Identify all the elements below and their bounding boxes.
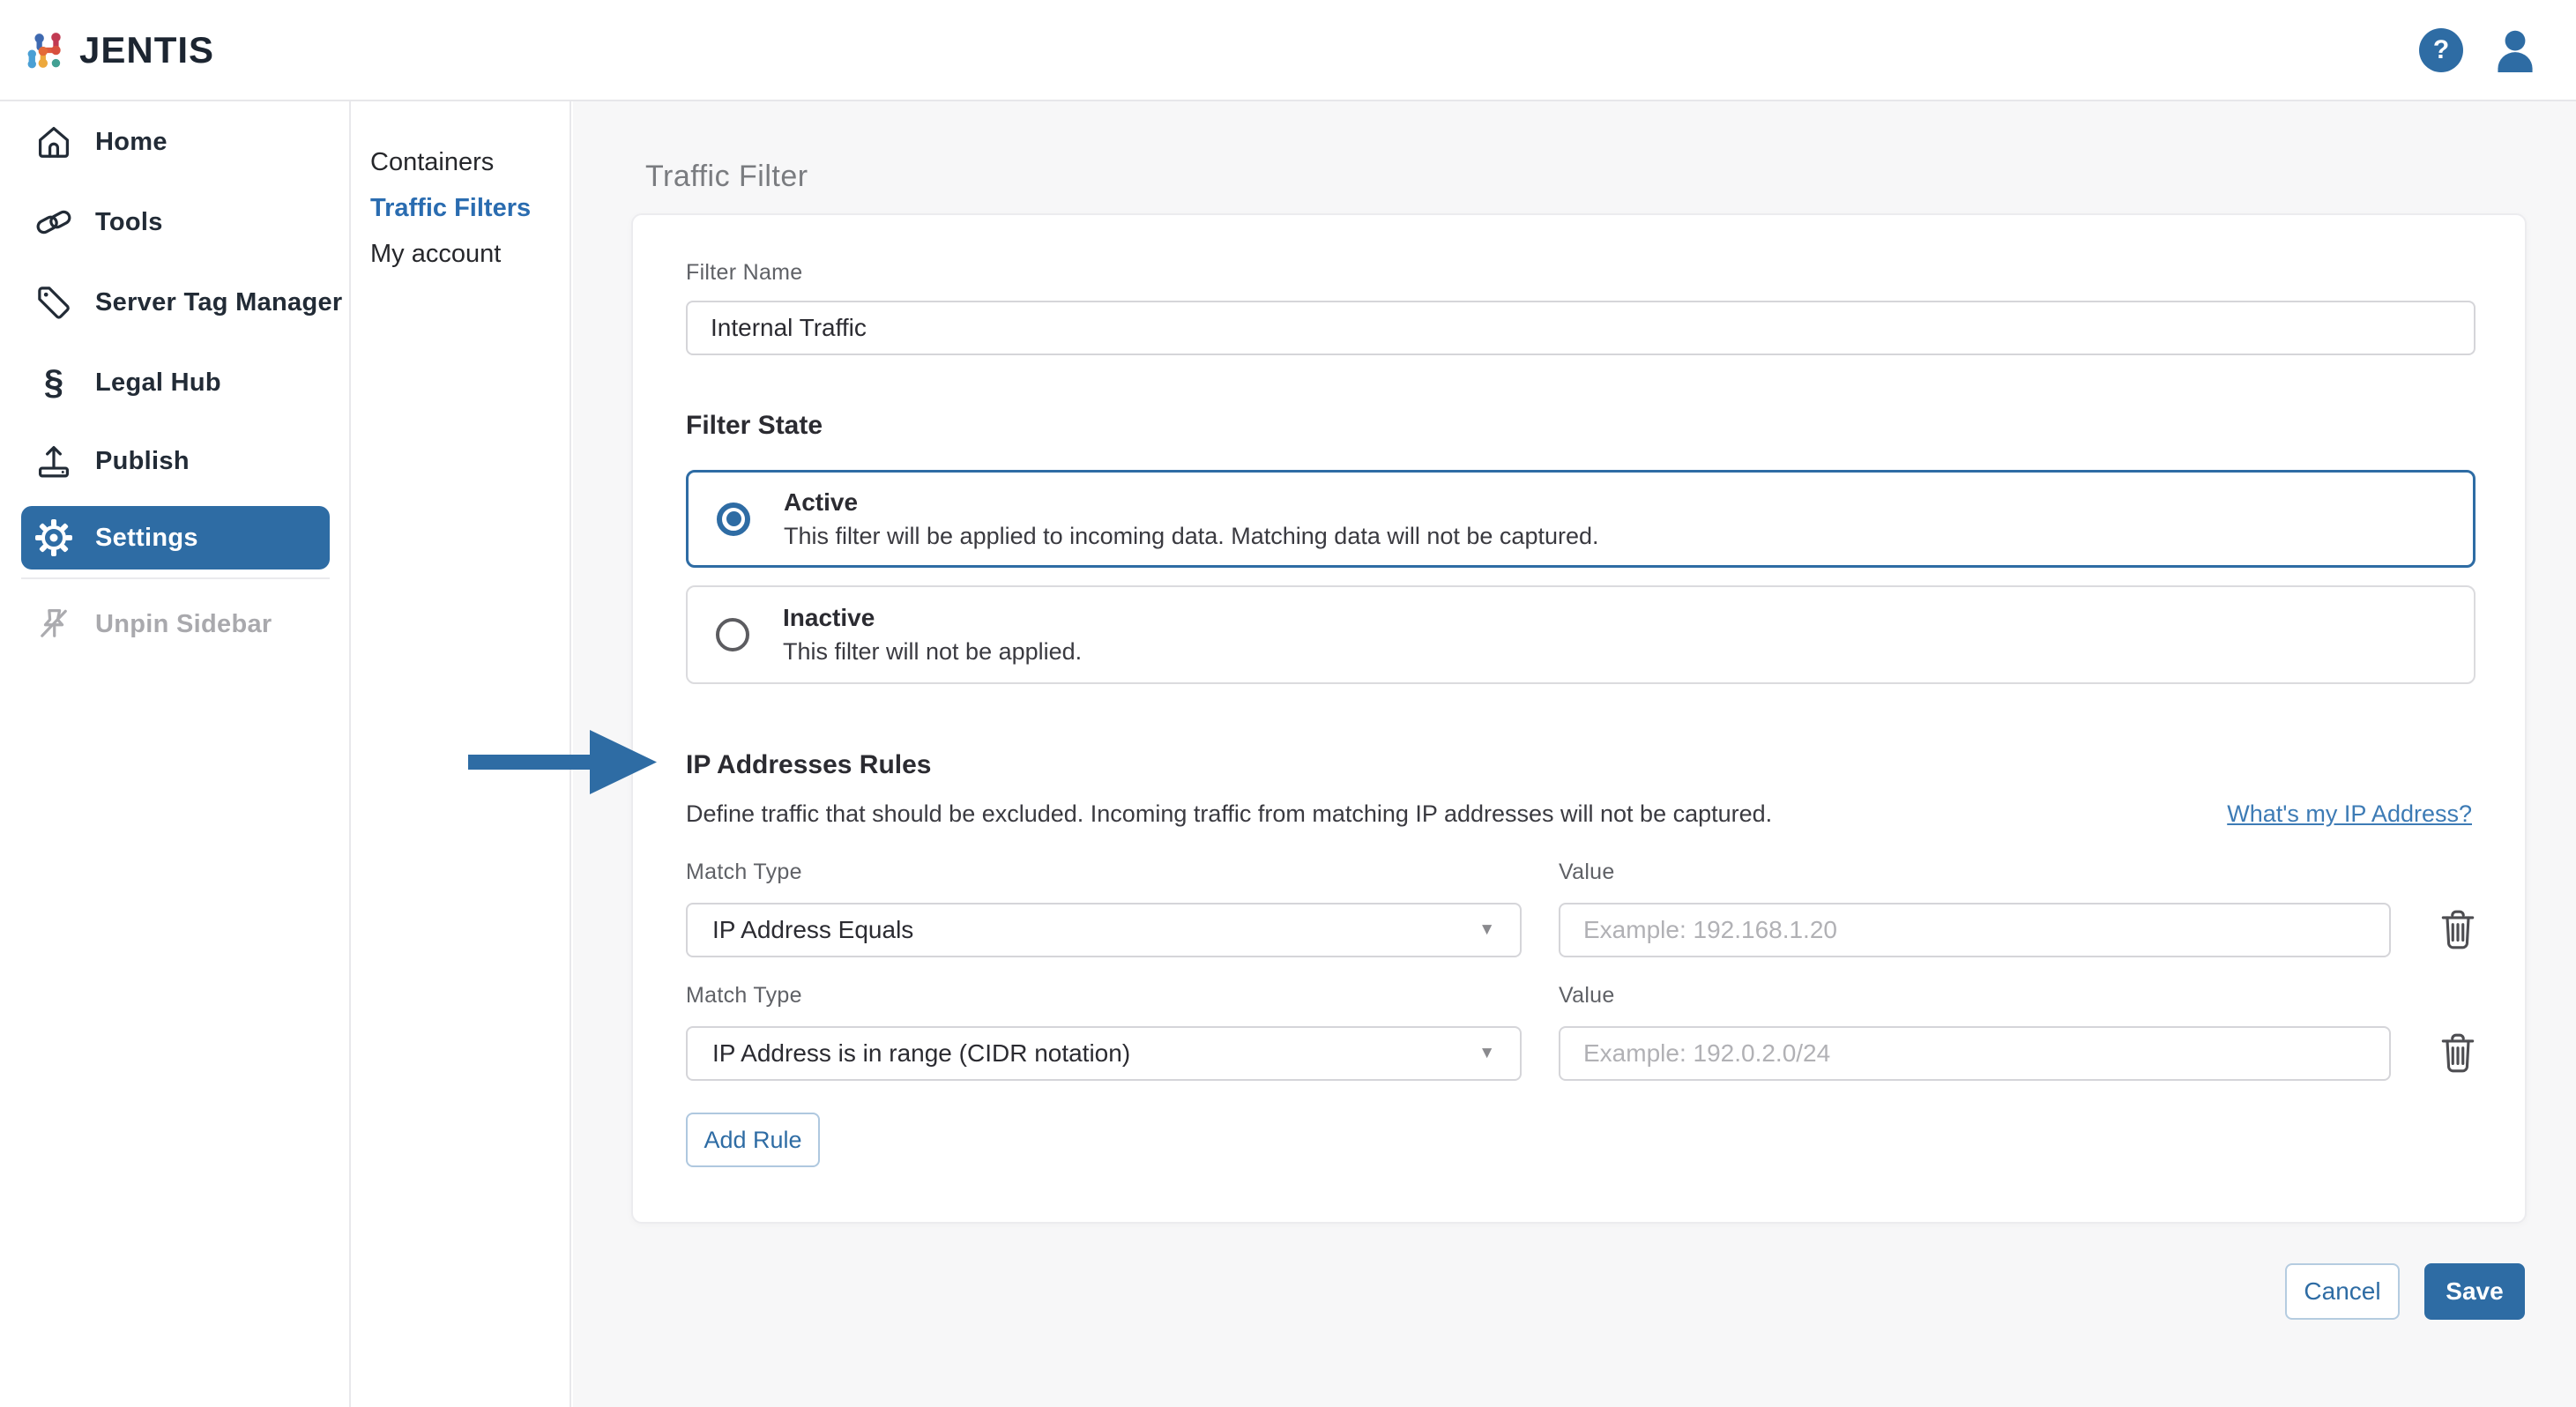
filter-name-input[interactable] <box>686 301 2475 355</box>
match-type-select[interactable]: IP Address is in range (CIDR notation) ▼ <box>686 1026 1522 1081</box>
chevron-down-icon: ▼ <box>1478 920 1495 939</box>
sidebar-item-label: Home <box>95 127 168 156</box>
jentis-logo-icon <box>27 32 61 68</box>
user-icon <box>2498 30 2533 72</box>
match-type-value: IP Address Equals <box>712 916 914 943</box>
gear-icon <box>34 517 74 558</box>
trash-icon <box>2441 1033 2475 1073</box>
top-actions: ? <box>2419 27 2537 72</box>
unpin-sidebar-label: Unpin Sidebar <box>95 609 272 638</box>
home-icon <box>34 122 74 162</box>
sidebar-item-home[interactable]: Home <box>0 115 351 168</box>
sidebar-item-publish[interactable]: Publish <box>0 435 351 488</box>
value-label: Value <box>1559 983 1615 1008</box>
section-sign-icon: § <box>43 363 64 402</box>
rule-value-input[interactable] <box>1559 903 2391 957</box>
sidebar-item-label: Publish <box>95 446 190 475</box>
page-title: Traffic Filter <box>645 160 808 193</box>
radio-unselected-icon[interactable] <box>716 618 749 651</box>
chevron-down-icon: ▼ <box>1478 1044 1495 1062</box>
user-menu-button[interactable] <box>2493 28 2537 72</box>
radio-selected-icon[interactable] <box>717 502 750 536</box>
sidebar-item-label: Server Tag Manager <box>95 287 343 316</box>
option-title: Active <box>784 488 859 516</box>
unpin-sidebar-button[interactable]: Unpin Sidebar <box>0 598 351 651</box>
annotation-arrow-icon <box>468 730 657 794</box>
match-type-label: Match Type <box>686 860 802 884</box>
link-icon <box>34 202 74 242</box>
rule-value-input[interactable] <box>1559 1026 2391 1081</box>
cancel-button[interactable]: Cancel <box>2285 1263 2400 1320</box>
primary-sidebar: Home Tools Server Tag Manager § Legal Hu… <box>0 101 351 1407</box>
subnav-item-containers[interactable]: Containers <box>370 136 494 189</box>
subnav-item-label: Traffic Filters <box>370 193 532 222</box>
subnav-item-my-account[interactable]: My account <box>370 227 501 280</box>
save-button[interactable]: Save <box>2424 1263 2525 1320</box>
sidebar-item-legal-hub[interactable]: § Legal Hub <box>0 356 351 409</box>
sidebar-item-tools[interactable]: Tools <box>0 196 351 249</box>
tag-icon <box>34 282 74 323</box>
filter-name-label: Filter Name <box>686 260 803 285</box>
sidebar-item-server-tag-manager[interactable]: Server Tag Manager <box>0 276 351 329</box>
filter-state-heading: Filter State <box>686 411 823 440</box>
sidebar-item-label: Settings <box>95 523 198 552</box>
jentis-app: JENTIS ? Home Tools Server Tag Manager §… <box>0 0 2576 1407</box>
delete-rule-button[interactable] <box>2437 1032 2479 1075</box>
brand-logo: JENTIS <box>26 29 214 71</box>
ip-rules-heading: IP Addresses Rules <box>686 750 932 779</box>
traffic-filter-card: Filter Name Filter State Active This fil… <box>631 213 2527 1224</box>
subnav-item-traffic-filters[interactable]: Traffic Filters <box>370 182 531 234</box>
pin-slash-icon <box>34 604 74 644</box>
match-type-select[interactable]: IP Address Equals ▼ <box>686 903 1522 957</box>
sidebar-item-settings[interactable]: Settings <box>21 506 330 570</box>
question-mark-icon: ? <box>2432 34 2450 64</box>
subnav-item-label: My account <box>370 239 502 268</box>
main-content: Traffic Filter Filter Name Filter State … <box>573 101 2576 1407</box>
help-button[interactable]: ? <box>2419 27 2463 72</box>
sidebar-item-label: Legal Hub <box>95 368 221 397</box>
top-bar: JENTIS ? <box>0 0 2576 101</box>
ip-rules-description: Define traffic that should be excluded. … <box>686 800 1773 827</box>
add-rule-button[interactable]: Add Rule <box>686 1113 820 1167</box>
filter-state-option-inactive[interactable]: Inactive This filter will not be applied… <box>686 585 2475 684</box>
option-description: This filter will be applied to incoming … <box>784 522 1599 549</box>
option-description: This filter will not be applied. <box>783 638 1083 665</box>
delete-rule-button[interactable] <box>2437 909 2479 951</box>
sidebar-divider <box>21 577 330 579</box>
upload-icon <box>34 441 74 481</box>
match-type-value: IP Address is in range (CIDR notation) <box>712 1039 1131 1067</box>
option-title: Inactive <box>783 604 875 631</box>
subnav-item-label: Containers <box>370 147 495 176</box>
filter-state-option-active[interactable]: Active This filter will be applied to in… <box>686 470 2475 568</box>
brand-name: JENTIS <box>79 28 215 71</box>
value-label: Value <box>1559 860 1615 884</box>
trash-icon <box>2441 910 2475 949</box>
sidebar-item-label: Tools <box>95 207 163 236</box>
match-type-label: Match Type <box>686 983 802 1008</box>
whats-my-ip-link[interactable]: What's my IP Address? <box>2227 800 2472 828</box>
